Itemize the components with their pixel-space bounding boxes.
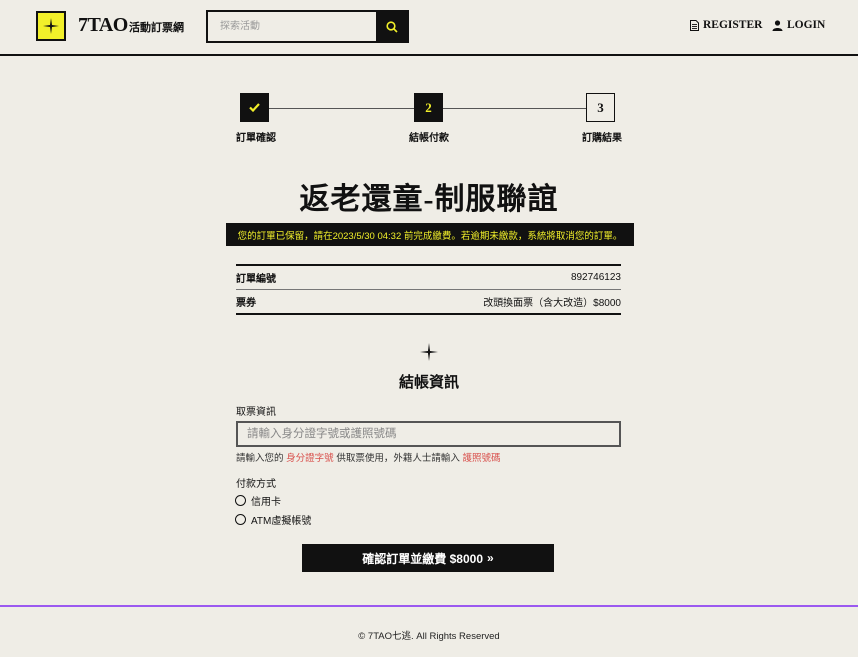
register-label: REGISTER: [703, 19, 763, 31]
event-title: 返老還童-制服聯誼: [299, 183, 559, 216]
logo[interactable]: [36, 11, 66, 41]
radio-button[interactable]: [235, 495, 246, 506]
site-header: 7TAO 活動訂票網 REGISTER LOGIN: [0, 0, 858, 56]
search-bar: [206, 10, 409, 43]
step-connector: [269, 108, 414, 109]
order-summary: 訂單編號 892746123 票券 改頭換面票（含大改造）$8000: [236, 264, 621, 315]
search-input[interactable]: [208, 12, 376, 41]
logo-subtitle: 活動訂票網: [129, 22, 184, 34]
step-3-indicator: 3: [586, 93, 615, 122]
footer-copyright: © 7TAO七逃. All Rights Reserved: [358, 631, 500, 642]
step-connector: [443, 108, 586, 109]
id-hint: 請輸入您的 身分證字號 供取票使用，外籍人士請輸入 護照號碼: [236, 450, 500, 464]
confirm-label: 確認訂單並繳費 $8000: [362, 551, 484, 566]
hint-id-highlight: 身分證字號: [286, 453, 334, 464]
check-icon: [249, 103, 260, 112]
payment-option-atm[interactable]: ATM虛擬帳號: [235, 512, 311, 527]
hint-middle: 供取票使用，外籍人士請輸入: [336, 453, 460, 464]
ticket-info-label: 取票資訊: [236, 407, 276, 418]
payment-option-credit-card[interactable]: 信用卡: [235, 493, 281, 508]
checkout-title: 結帳資訊: [398, 375, 459, 391]
ticket-value: 改頭換面票（含大改造）$8000: [483, 298, 621, 309]
payment-option-label: ATM虛擬帳號: [251, 516, 312, 527]
sparkle-icon: [43, 18, 59, 34]
radio-button[interactable]: [235, 514, 246, 525]
reservation-notice: 您的訂單已保留，請在2023/5/30 04:32 前完成繳費。若逾期未繳款，系…: [226, 223, 634, 246]
step-3-label: 訂購結果: [582, 133, 622, 144]
footer-divider: [0, 605, 858, 607]
double-chevron-right-icon: »: [487, 551, 494, 565]
confirm-payment-button[interactable]: 確認訂單並繳費 $8000 »: [302, 544, 554, 572]
payment-option-label: 信用卡: [251, 497, 281, 508]
login-link[interactable]: LOGIN: [772, 19, 825, 31]
id-number-input[interactable]: [236, 421, 621, 447]
step-1-label: 訂單確認: [236, 133, 276, 144]
step-2-indicator: 2: [414, 93, 443, 122]
document-icon: [690, 19, 699, 31]
user-icon: [772, 19, 783, 31]
logo-text[interactable]: 7TAO: [78, 14, 128, 37]
login-label: LOGIN: [787, 19, 826, 31]
sparkle-icon: [420, 343, 438, 361]
order-number-row: 訂單編號 892746123: [236, 266, 621, 289]
ticket-row: 票券 改頭換面票（含大改造）$8000: [236, 289, 621, 313]
register-link[interactable]: REGISTER: [690, 19, 762, 31]
hint-passport-highlight: 護照號碼: [462, 453, 501, 464]
search-button[interactable]: [376, 12, 407, 41]
step-1-indicator: [240, 93, 269, 122]
step-2-label: 結帳付款: [409, 133, 449, 144]
payment-method-label: 付款方式: [236, 479, 276, 490]
ticket-key: 票券: [236, 298, 256, 309]
search-icon: [385, 20, 398, 33]
hint-prefix: 請輸入您的: [236, 453, 284, 464]
order-number-value: 892746123: [570, 272, 621, 283]
order-number-key: 訂單編號: [236, 274, 276, 285]
